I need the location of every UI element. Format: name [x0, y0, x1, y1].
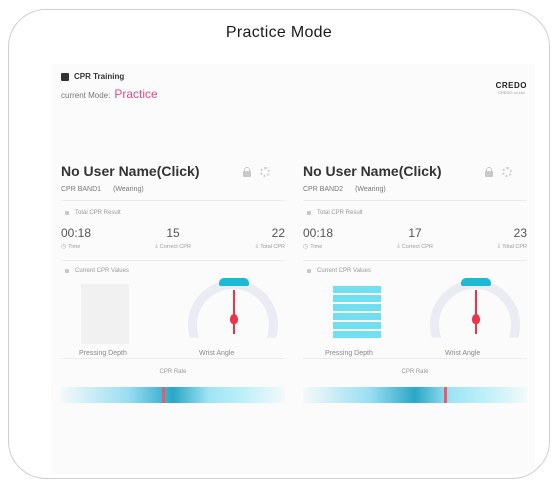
band-row: CPR BAND1 (Wearing)	[61, 186, 144, 193]
gear-icon[interactable]	[259, 166, 271, 178]
gauge-pivot	[230, 314, 238, 324]
stat-label-row: ◷ Time	[61, 243, 81, 251]
stat-total: 22 ⤓ Total CPR	[210, 226, 285, 250]
brand-sub: CREDO co.Ltd	[498, 90, 525, 95]
stat-value: 23	[513, 226, 528, 240]
app-name: CPR Training	[74, 72, 125, 81]
user-name-button[interactable]: No User Name(Click)	[303, 163, 442, 179]
wrist-angle-gauge	[427, 276, 523, 348]
angle-label: Wrist Angle	[199, 350, 235, 357]
depth-label: Pressing Depth	[79, 350, 127, 357]
gear-icon[interactable]	[501, 166, 513, 178]
depth-level-bar	[333, 295, 381, 302]
stat-label: Time	[68, 243, 81, 250]
wrist-angle-gauge	[185, 276, 281, 348]
brand-name: CREDO	[495, 81, 527, 90]
band-row: CPR BAND2 (Wearing)	[303, 186, 386, 193]
band-panel-2: No User Name(Click) CPR BAND2 (Wearing) …	[303, 152, 527, 462]
stat-value: 22	[271, 226, 286, 240]
band-status: (Wearing)	[113, 186, 144, 193]
brand-logo: CREDO CREDO co.Ltd	[496, 81, 527, 95]
stat-label: Correct CPR	[401, 243, 433, 250]
bullet-icon	[307, 211, 311, 215]
depth-level-bar	[333, 304, 381, 311]
panel-header: No User Name(Click) CPR BAND2 (Wearing)	[303, 152, 527, 200]
app-name-row: CPR Training	[61, 72, 158, 81]
lock-icon[interactable]	[243, 167, 251, 177]
band-status: (Wearing)	[355, 186, 386, 193]
depth-meter	[333, 286, 381, 338]
gauge-indicator	[219, 278, 249, 286]
depth-level-bar	[333, 331, 381, 338]
divider	[61, 358, 285, 359]
stat-label: Time	[310, 243, 323, 250]
bullet-icon	[65, 269, 69, 273]
stat-total: 23 ⤓ Total CPR	[452, 226, 527, 250]
current-values-visual: Pressing Depth Wrist Angle	[303, 274, 527, 358]
stat-label-row: ⤓ Total CPR	[256, 243, 285, 250]
download-icon: ⤓	[397, 243, 400, 249]
stat-label-row: ⤓ Correct CPR	[155, 243, 191, 250]
stat-label-row: ◷ Time	[303, 243, 323, 251]
stat-label: Total CPR	[260, 243, 286, 250]
stat-correct: 17 ⤓ Correct CPR	[378, 226, 453, 250]
depth-level-bar	[333, 286, 381, 293]
mode-value: Practice	[114, 87, 158, 101]
gauge-pivot	[472, 314, 480, 324]
mode-row: current Mode: Practice	[61, 87, 158, 101]
angle-label: Wrist Angle	[445, 350, 481, 357]
gauge-needle	[233, 290, 235, 334]
mode-label: current Mode:	[61, 91, 111, 100]
bullet-icon	[65, 211, 69, 215]
rate-marker	[161, 387, 165, 403]
gauge-needle	[475, 290, 477, 334]
download-icon: ⤓	[497, 243, 501, 249]
stat-label: Correct CPR	[159, 243, 191, 250]
clock-icon: ◷	[303, 244, 309, 250]
user-name-button[interactable]: No User Name(Click)	[61, 163, 200, 179]
stats-row: 00:18 ◷ Time 17 ⤓ Correct CPR 23 ⤓ Total CP…	[303, 226, 527, 250]
stat-correct: 15 ⤓ Correct CPR	[136, 226, 211, 250]
gauge-indicator	[461, 278, 491, 286]
depth-label: Pressing Depth	[325, 350, 373, 357]
stats-row: 00:18 ◷ Time 15 ⤓ Correct CPR 22 ⤓ Total CP…	[61, 226, 285, 250]
page-title: Practice Mode	[225, 24, 333, 41]
stat-value: 17	[408, 226, 422, 240]
depth-level-bar	[333, 313, 381, 320]
result-section-label: Total CPR Result	[61, 210, 285, 216]
bullet-icon	[307, 269, 311, 273]
band-name: CPR BAND2	[303, 186, 344, 193]
band-name: CPR BAND1	[61, 186, 102, 193]
panel-header: No User Name(Click) CPR BAND1 (Wearing)	[61, 152, 285, 200]
stat-time: 00:18 ◷ Time	[303, 226, 378, 250]
band-panel-1: No User Name(Click) CPR BAND1 (Wearing) …	[61, 152, 285, 462]
clock-icon: ◷	[61, 244, 67, 250]
stat-value: 00:18	[303, 226, 334, 240]
rate-label: CPR Rate	[401, 369, 429, 375]
stat-label-row: ⤓ Total CPR	[498, 243, 527, 250]
rate-label: CPR Rate	[159, 369, 187, 375]
stat-value: 00:18	[61, 226, 92, 240]
result-section-label: Total CPR Result	[303, 210, 527, 216]
depth-meter	[81, 284, 129, 344]
stat-time: 00:18 ◷ Time	[61, 226, 136, 250]
download-icon: ⤓	[155, 243, 158, 249]
stat-label-row: ⤓ Correct CPR	[397, 243, 433, 250]
cpr-rate-bar	[61, 387, 285, 403]
depth-level-bar	[333, 322, 381, 329]
download-icon: ⤓	[255, 243, 259, 249]
app-header: CPR Training current Mode: Practice	[61, 72, 158, 101]
divider	[303, 358, 527, 359]
app-logo-icon	[61, 72, 69, 81]
result-label: Total CPR Result	[317, 210, 363, 216]
app-screen: CPR Training current Mode: Practice CRED…	[51, 64, 535, 474]
current-values-visual: Pressing Depth Wrist Angle	[61, 274, 285, 358]
stat-value: 15	[166, 226, 180, 240]
stat-label: Total CPR	[502, 243, 528, 250]
rate-marker	[444, 387, 448, 403]
lock-icon[interactable]	[485, 167, 493, 177]
device-frame: Practice Mode CPR Training current Mode:…	[8, 9, 550, 479]
result-label: Total CPR Result	[75, 210, 121, 216]
cpr-rate-bar	[303, 387, 527, 403]
